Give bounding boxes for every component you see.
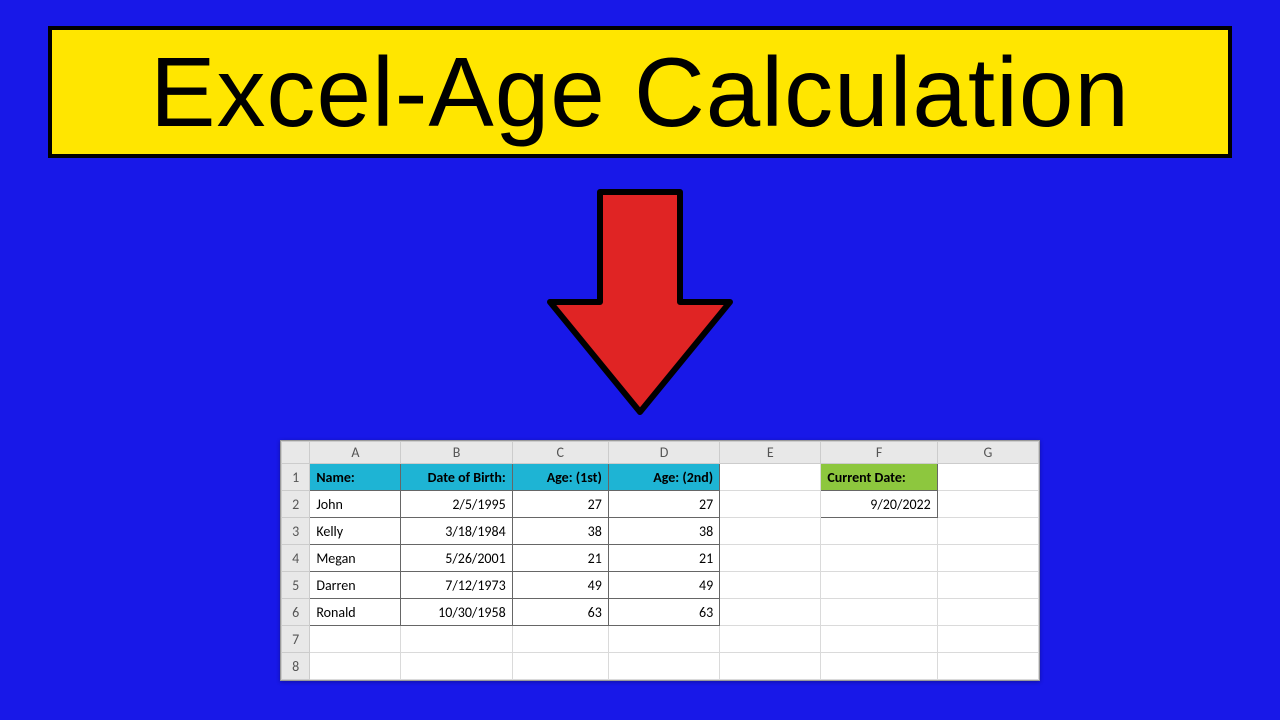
cell-dob[interactable]: 2/5/1995 — [401, 491, 512, 518]
empty-cell[interactable] — [720, 653, 821, 680]
row-header[interactable]: 2 — [282, 491, 310, 518]
table-row: 6 Ronald 10/30/1958 63 63 — [282, 599, 1039, 626]
cell-age1[interactable]: 21 — [512, 545, 608, 572]
col-header[interactable]: C — [512, 442, 608, 464]
empty-cell[interactable] — [937, 599, 1038, 626]
corner-cell — [282, 442, 310, 464]
cell-dob[interactable]: 7/12/1973 — [401, 572, 512, 599]
empty-cell[interactable] — [937, 626, 1038, 653]
col-header[interactable]: D — [608, 442, 719, 464]
row-header[interactable]: 4 — [282, 545, 310, 572]
table-row: 3 Kelly 3/18/1984 38 38 — [282, 518, 1039, 545]
empty-cell[interactable] — [937, 491, 1038, 518]
table-row: 2 John 2/5/1995 27 27 9/20/2022 — [282, 491, 1039, 518]
empty-cell[interactable] — [821, 572, 937, 599]
title-text: Excel-Age Calculation — [150, 36, 1130, 149]
cell-age2[interactable]: 27 — [608, 491, 719, 518]
col-header[interactable]: E — [720, 442, 821, 464]
empty-cell[interactable] — [401, 626, 512, 653]
cell-age1[interactable]: 38 — [512, 518, 608, 545]
col-header[interactable]: A — [310, 442, 401, 464]
empty-cell[interactable] — [937, 572, 1038, 599]
table-row: 1 Name: Date of Birth: Age: (1st) Age: (… — [282, 464, 1039, 491]
empty-cell[interactable] — [821, 545, 937, 572]
down-arrow-icon — [540, 182, 740, 422]
col-header[interactable]: G — [937, 442, 1038, 464]
header-name[interactable]: Name: — [310, 464, 401, 491]
cell-dob[interactable]: 3/18/1984 — [401, 518, 512, 545]
empty-cell[interactable] — [937, 545, 1038, 572]
empty-cell[interactable] — [821, 626, 937, 653]
empty-cell[interactable] — [937, 464, 1038, 491]
row-header[interactable]: 6 — [282, 599, 310, 626]
empty-cell[interactable] — [720, 626, 821, 653]
table-row: 4 Megan 5/26/2001 21 21 — [282, 545, 1039, 572]
table-row: 7 — [282, 626, 1039, 653]
cell-age2[interactable]: 63 — [608, 599, 719, 626]
cell-current-date[interactable]: 9/20/2022 — [821, 491, 937, 518]
table-row: 5 Darren 7/12/1973 49 49 — [282, 572, 1039, 599]
cell-age1[interactable]: 49 — [512, 572, 608, 599]
empty-cell[interactable] — [310, 653, 401, 680]
cell-age1[interactable]: 27 — [512, 491, 608, 518]
empty-cell[interactable] — [821, 653, 937, 680]
cell-name[interactable]: Kelly — [310, 518, 401, 545]
row-header[interactable]: 1 — [282, 464, 310, 491]
column-header-row: A B C D E F G — [282, 442, 1039, 464]
col-header[interactable]: B — [401, 442, 512, 464]
cell-age2[interactable]: 38 — [608, 518, 719, 545]
empty-cell[interactable] — [937, 653, 1038, 680]
cell-name[interactable]: Darren — [310, 572, 401, 599]
header-dob[interactable]: Date of Birth: — [401, 464, 512, 491]
empty-cell[interactable] — [608, 626, 719, 653]
empty-cell[interactable] — [720, 545, 821, 572]
empty-cell[interactable] — [937, 518, 1038, 545]
empty-cell[interactable] — [720, 491, 821, 518]
empty-cell[interactable] — [720, 464, 821, 491]
cell-age2[interactable]: 49 — [608, 572, 719, 599]
spreadsheet: A B C D E F G 1 Name: Date of Birth: Age… — [280, 440, 1040, 681]
empty-cell[interactable] — [608, 653, 719, 680]
empty-cell[interactable] — [720, 599, 821, 626]
cell-age1[interactable]: 63 — [512, 599, 608, 626]
row-header[interactable]: 7 — [282, 626, 310, 653]
cell-name[interactable]: Ronald — [310, 599, 401, 626]
table-row: 8 — [282, 653, 1039, 680]
empty-cell[interactable] — [720, 518, 821, 545]
header-age1[interactable]: Age: (1st) — [512, 464, 608, 491]
col-header[interactable]: F — [821, 442, 937, 464]
cell-name[interactable]: Megan — [310, 545, 401, 572]
empty-cell[interactable] — [512, 626, 608, 653]
cell-name[interactable]: John — [310, 491, 401, 518]
empty-cell[interactable] — [512, 653, 608, 680]
empty-cell[interactable] — [310, 626, 401, 653]
header-current-date[interactable]: Current Date: — [821, 464, 937, 491]
cell-dob[interactable]: 5/26/2001 — [401, 545, 512, 572]
row-header[interactable]: 5 — [282, 572, 310, 599]
empty-cell[interactable] — [821, 518, 937, 545]
row-header[interactable]: 3 — [282, 518, 310, 545]
title-banner: Excel-Age Calculation — [48, 26, 1232, 158]
empty-cell[interactable] — [821, 599, 937, 626]
empty-cell[interactable] — [401, 653, 512, 680]
header-age2[interactable]: Age: (2nd) — [608, 464, 719, 491]
cell-age2[interactable]: 21 — [608, 545, 719, 572]
cell-dob[interactable]: 10/30/1958 — [401, 599, 512, 626]
row-header[interactable]: 8 — [282, 653, 310, 680]
empty-cell[interactable] — [720, 572, 821, 599]
